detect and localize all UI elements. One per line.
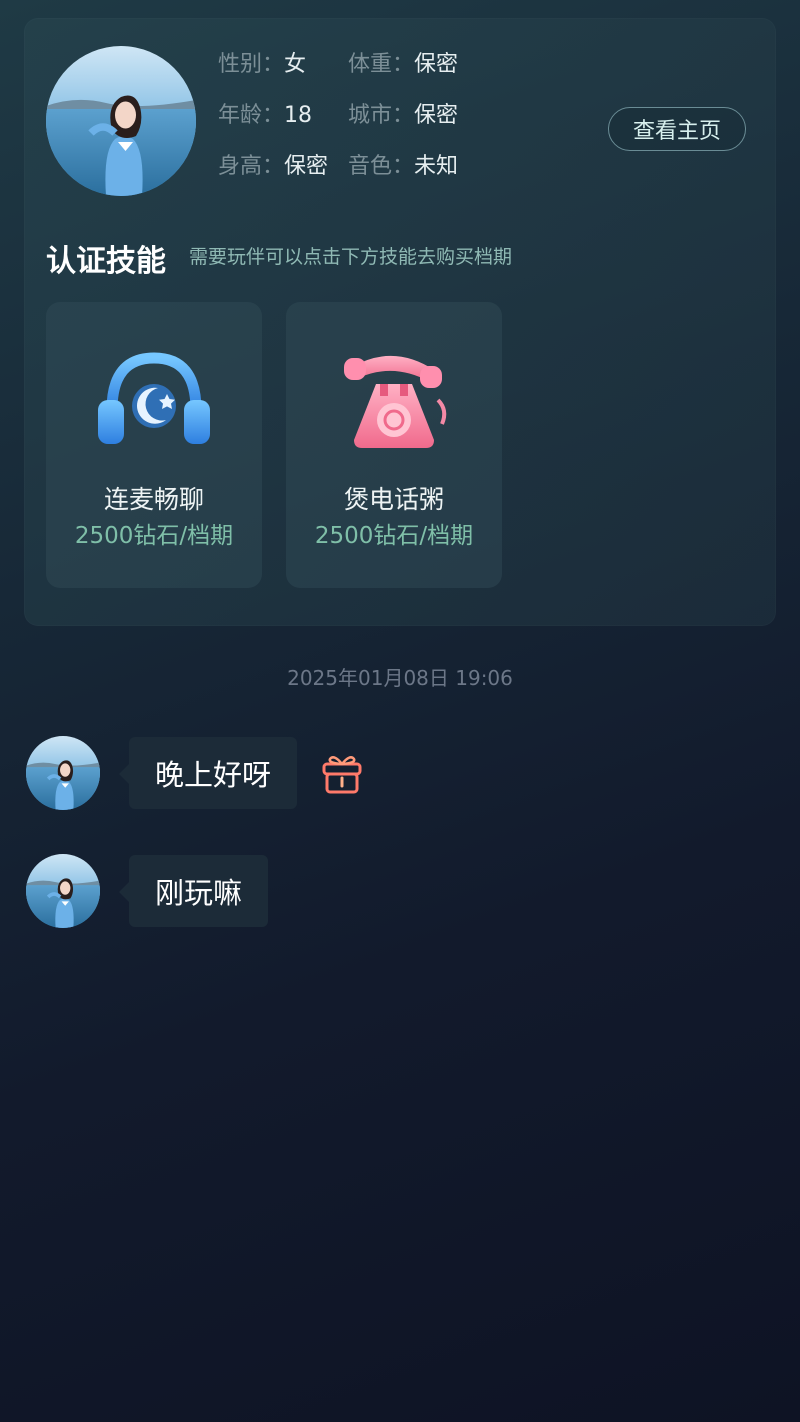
skill-name: 连麦畅聊: [103, 485, 204, 514]
info-weight: 体重：保密: [348, 50, 488, 79]
avatar[interactable]: [26, 736, 100, 810]
skill-name: 煲电话粥: [343, 485, 444, 514]
info-separator: ：: [392, 103, 415, 128]
profile-info-grid: 性别：女 体重：保密 年龄： 18 城市：保密 身高：保密 音色：未知: [218, 50, 488, 181]
gift-icon[interactable]: [318, 750, 366, 798]
info-value: 女: [284, 52, 307, 77]
info-label: 性别: [218, 52, 263, 77]
info-value: 18: [284, 103, 313, 128]
info-label: 身高: [218, 154, 263, 179]
info-value: 未知: [414, 154, 459, 179]
info-separator: ：: [262, 154, 285, 179]
info-separator: ：: [392, 154, 415, 179]
info-value: 保密: [414, 103, 459, 128]
info-voice: 音色：未知: [348, 152, 488, 181]
profile-card: 性别：女 体重：保密 年龄： 18 城市：保密 身高：保密 音色：未知 查看主页 …: [24, 18, 776, 626]
info-label: 城市: [348, 103, 393, 128]
skill-card-voice-chat[interactable]: 连麦畅聊 2500钻石/档期: [46, 302, 262, 588]
info-value: 保密: [284, 154, 329, 179]
message-bubble[interactable]: 刚玩嘛: [118, 855, 269, 927]
info-label: 音色: [348, 154, 393, 179]
info-city: 城市：保密: [348, 101, 488, 130]
message-bubble[interactable]: 晚上好呀: [118, 737, 298, 809]
headphones-moon-icon: [94, 344, 214, 454]
info-value: 保密: [414, 52, 459, 77]
info-age: 年龄： 18: [218, 101, 348, 130]
info-separator: ：: [262, 52, 285, 77]
info-label: 年龄: [218, 103, 263, 128]
avatar[interactable]: [26, 854, 100, 928]
chat-timestamp: 2025年01月08日 19:06: [287, 666, 513, 690]
skills-title: 认证技能: [46, 244, 166, 279]
info-separator: ：: [392, 52, 415, 77]
info-gender: 性别：女: [218, 50, 348, 79]
skill-price: 2500钻石/档期: [314, 523, 474, 549]
skill-price: 2500钻石/档期: [74, 523, 234, 549]
skills-hint: 需要玩伴可以点击下方技能去购买档期: [189, 246, 513, 268]
telephone-icon: [334, 344, 454, 454]
view-home-button[interactable]: 查看主页: [608, 107, 746, 151]
info-height: 身高：保密: [218, 152, 348, 181]
skill-card-phone-call[interactable]: 煲电话粥 2500钻石/档期: [286, 302, 502, 588]
avatar[interactable]: [46, 46, 196, 196]
info-label: 体重: [348, 52, 393, 77]
info-separator: ：: [262, 103, 285, 128]
